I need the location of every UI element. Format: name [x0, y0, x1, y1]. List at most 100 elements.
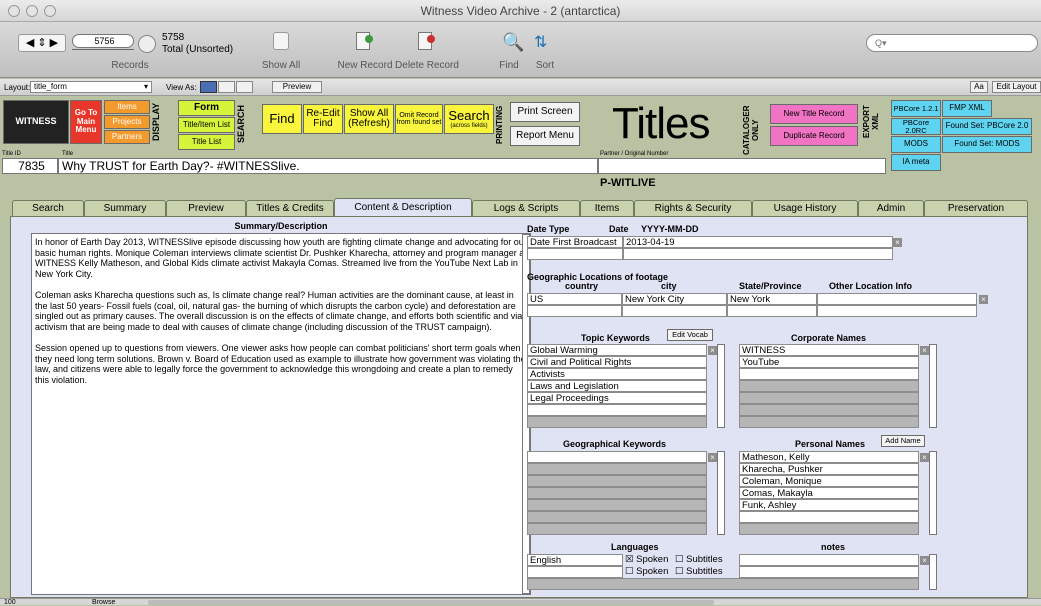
state-select[interactable]: New York: [727, 293, 817, 305]
search-across-fields-button[interactable]: Search (across fields): [444, 104, 494, 134]
title-list-button[interactable]: Title List: [178, 134, 235, 150]
date-value-field[interactable]: 2013-04-19: [623, 236, 893, 248]
partner-number-field[interactable]: [598, 158, 886, 174]
new-record-button[interactable]: New Record: [335, 60, 395, 71]
personal-name-2[interactable]: Kharecha, Pushker: [739, 463, 919, 475]
quick-search-input[interactable]: Q▾: [866, 34, 1038, 52]
show-all-icon[interactable]: [273, 32, 289, 50]
new-title-record-button[interactable]: New Title Record: [770, 104, 858, 124]
delete-person-icon[interactable]: ×: [920, 453, 929, 462]
fmp-xml-button[interactable]: FMP XML: [942, 100, 992, 117]
tab-admin[interactable]: Admin: [858, 200, 924, 216]
horizontal-scrollbar[interactable]: [148, 600, 714, 605]
personal-scrollbar[interactable]: [929, 451, 937, 535]
sort-icon[interactable]: ⇅: [534, 32, 547, 52]
spoken-checkbox-2[interactable]: ☐ Spoken: [625, 566, 668, 577]
other-location-field[interactable]: [817, 293, 977, 305]
city-select-empty[interactable]: [622, 305, 727, 317]
table-view-button[interactable]: [236, 81, 253, 93]
duplicate-record-button[interactable]: Duplicate Record: [770, 126, 858, 146]
date-type-field[interactable]: Date First Broadcast: [527, 236, 623, 248]
personal-name-4[interactable]: Comas, Makayla: [739, 487, 919, 499]
ia-meta-button[interactable]: IA meta: [891, 154, 941, 171]
delete-language-icon[interactable]: ×: [920, 556, 929, 565]
date-type-field-empty[interactable]: [527, 248, 623, 260]
items-button[interactable]: Items: [104, 100, 150, 114]
show-all-refresh-button[interactable]: Show All (Refresh): [344, 104, 394, 134]
state-select-empty[interactable]: [727, 305, 817, 317]
delete-location-icon[interactable]: ×: [979, 295, 988, 304]
subtitles-checkbox-2[interactable]: ☐ Subtitles: [675, 566, 723, 577]
language-scrollbar[interactable]: [929, 554, 937, 590]
sort-button[interactable]: Sort: [530, 60, 560, 71]
record-navigator[interactable]: ◀ ⇕ ▶: [18, 34, 66, 52]
personal-name-1[interactable]: Matheson, Kelly: [739, 451, 919, 463]
subtitles-checkbox[interactable]: ☐ Subtitles: [675, 554, 723, 565]
title-item-list-button[interactable]: Title/Item List: [178, 117, 235, 133]
title-field[interactable]: Why TRUST for Earth Day?- #WITNESSlive.: [58, 158, 598, 174]
report-menu-button[interactable]: Report Menu: [510, 126, 580, 146]
tab-usage-history[interactable]: Usage History: [752, 200, 858, 216]
list-view-button[interactable]: [218, 81, 235, 93]
show-all-button[interactable]: Show All: [255, 60, 307, 71]
delete-date-icon[interactable]: ×: [893, 238, 902, 247]
found-set-mods-button[interactable]: Found Set: MODS: [942, 136, 1032, 153]
corporate-name-2[interactable]: YouTube: [739, 356, 919, 368]
delete-topic-icon[interactable]: ×: [708, 346, 717, 355]
re-edit-find-button[interactable]: Re-Edit Find: [303, 104, 343, 134]
record-number-field[interactable]: 5756: [72, 34, 134, 48]
topic-keyword-5[interactable]: Legal Proceedings: [527, 392, 707, 404]
pbcore-20rc-button[interactable]: PBCore 2.0RC: [891, 118, 941, 135]
add-name-button[interactable]: Add Name: [881, 435, 925, 447]
form-view-button[interactable]: [200, 81, 217, 93]
geo-keyword-field[interactable]: [527, 451, 707, 463]
projects-button[interactable]: Projects: [104, 115, 150, 129]
pbcore-121-button[interactable]: PBCore 1.2.1: [891, 100, 941, 117]
topic-keyword-4[interactable]: Laws and Legislation: [527, 380, 707, 392]
topic-keyword-2[interactable]: Civil and Political Rights: [527, 356, 707, 368]
summary-textarea[interactable]: In honor of Earth Day 2013, WITNESSlive …: [31, 233, 531, 595]
tab-preservation[interactable]: Preservation: [924, 200, 1028, 216]
tab-rights-security[interactable]: Rights & Security: [634, 200, 752, 216]
topic-keyword-1[interactable]: Global Warming: [527, 344, 707, 356]
country-select-empty[interactable]: [527, 305, 622, 317]
partners-button[interactable]: Partners: [104, 130, 150, 144]
print-screen-button[interactable]: Print Screen: [510, 102, 580, 122]
topic-keyword-3[interactable]: Activists: [527, 368, 707, 380]
corporate-name-1[interactable]: WITNESS: [739, 344, 919, 356]
edit-vocab-button[interactable]: Edit Vocab: [667, 329, 713, 341]
personal-name-empty[interactable]: [739, 511, 919, 523]
personal-name-3[interactable]: Coleman, Monique: [739, 475, 919, 487]
title-id-field[interactable]: 7835: [2, 158, 58, 174]
date-value-field-empty[interactable]: [623, 248, 893, 260]
topic-scrollbar[interactable]: [717, 344, 725, 428]
notes-field-empty[interactable]: [739, 566, 919, 578]
other-location-field-empty[interactable]: [817, 305, 977, 317]
tab-summary[interactable]: Summary: [84, 200, 166, 216]
tab-preview[interactable]: Preview: [166, 200, 246, 216]
form-button[interactable]: Form: [178, 100, 235, 116]
omit-record-button[interactable]: Omit Record from found set: [395, 104, 443, 134]
topic-keyword-empty[interactable]: [527, 404, 707, 416]
country-select[interactable]: US: [527, 293, 622, 305]
find-magnifier-icon[interactable]: 🔍: [502, 32, 524, 53]
find-header-button[interactable]: Find: [262, 104, 302, 134]
notes-field[interactable]: [739, 554, 919, 566]
record-slider[interactable]: [72, 49, 134, 53]
personal-name-5[interactable]: Funk, Ashley: [739, 499, 919, 511]
tab-titles-credits[interactable]: Titles & Credits: [246, 200, 334, 216]
delete-corporate-icon[interactable]: ×: [920, 346, 929, 355]
city-select[interactable]: New York City: [622, 293, 727, 305]
find-button[interactable]: Find: [494, 60, 524, 71]
tab-content-description[interactable]: Content & Description: [334, 198, 472, 216]
delete-record-icon[interactable]: [418, 32, 435, 50]
text-format-button[interactable]: Aa: [970, 81, 988, 93]
corporate-scrollbar[interactable]: [929, 344, 937, 428]
new-record-icon[interactable]: [356, 32, 373, 50]
edit-layout-button[interactable]: Edit Layout: [992, 81, 1041, 93]
layout-select[interactable]: title_form ▾: [30, 81, 152, 93]
tab-logs-scripts[interactable]: Logs & Scripts: [472, 200, 580, 216]
delete-record-button[interactable]: Delete Record: [394, 60, 460, 71]
found-set-pbcore-button[interactable]: Found Set: PBCore 2.0: [942, 118, 1032, 135]
preview-button[interactable]: Preview: [272, 81, 322, 93]
